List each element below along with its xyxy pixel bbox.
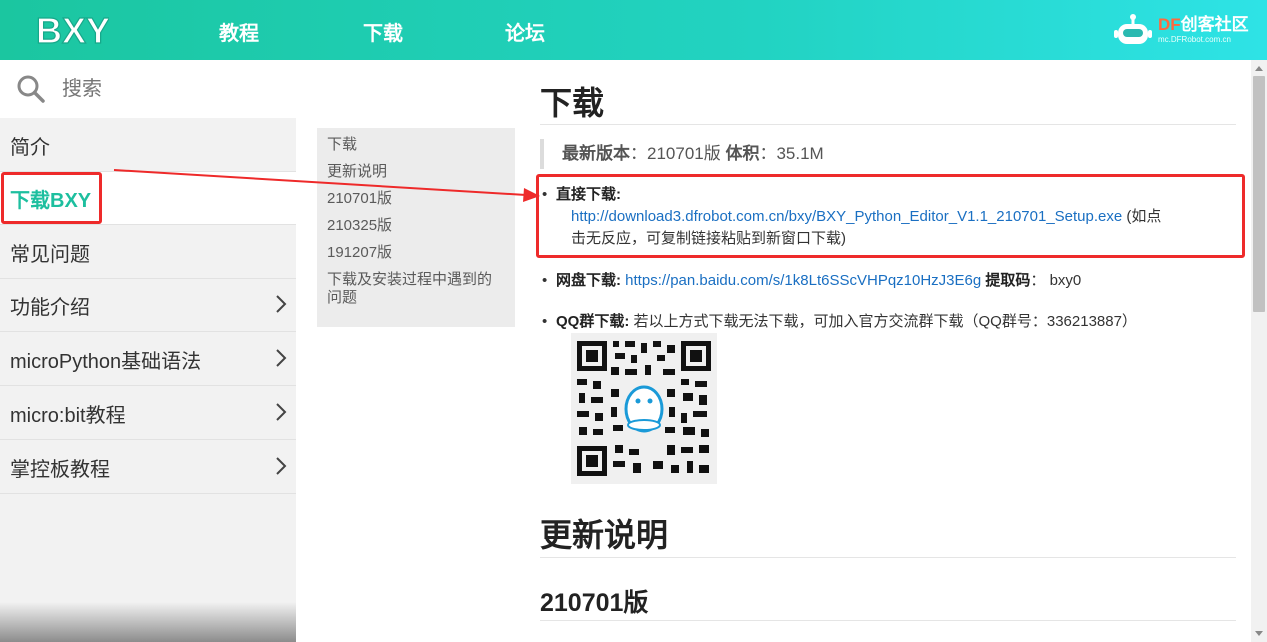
qq-penguin-icon (624, 385, 664, 433)
qq-group-text: 若以上方式下载无法下载，可加入官方交流群下载（QQ群号：336213887） (633, 313, 1137, 330)
size-label: 体积 (725, 144, 760, 163)
sidebar-item-label: 常见问题 (10, 243, 90, 266)
sidebar-item-microbit[interactable]: micro:bit教程 (0, 387, 296, 440)
brand-df: DF (1158, 15, 1181, 34)
search-icon[interactable] (16, 74, 46, 104)
size-value: 35.1M (776, 144, 824, 163)
sidebar-item-label: micro:bit教程 (10, 404, 126, 427)
sidebar-item-handpy[interactable]: 掌控板教程 (0, 441, 296, 494)
scroll-up-arrow-icon[interactable] (1255, 66, 1263, 71)
chevron-right-icon (276, 349, 287, 367)
direct-download-note-1: (如点 (1122, 208, 1162, 225)
toc-item-updates[interactable]: 更新说明 (327, 163, 505, 181)
chevron-right-icon (276, 403, 287, 421)
sidebar-shade (0, 602, 296, 642)
table-of-contents: 下载 更新说明 210701版 210325版 191207版 下载及安装过程中… (317, 128, 515, 327)
toc-item-210701[interactable]: 210701版 (327, 190, 505, 208)
page-scrollbar[interactable] (1251, 60, 1267, 642)
version-info: 最新版本：210701版 体积：35.1M (540, 139, 824, 169)
extract-code-label: 提取码 (985, 272, 1031, 289)
toc-item-install-issues[interactable]: 下载及安装过程中遇到的问题 (327, 271, 505, 307)
sidebar-item-label: microPython基础语法 (10, 350, 202, 373)
dfrobot-brand-logo[interactable]: DF创客社区 mc.DFRobot.com.cn (1114, 8, 1249, 52)
top-nav-bar: BXY 教程 下载 论坛 DF创客社区 mc.DFRobot.com.cn (0, 0, 1267, 60)
section-heading-updates: 更新说明 (540, 517, 669, 553)
scroll-down-arrow-icon[interactable] (1255, 631, 1263, 636)
nav-link-forum[interactable]: 论坛 (505, 17, 545, 46)
chevron-right-icon (276, 457, 287, 475)
sidebar-item-faq[interactable]: 常见问题 (0, 226, 296, 279)
toc-item-210325[interactable]: 210325版 (327, 217, 505, 235)
scrollbar-thumb[interactable] (1253, 76, 1265, 312)
bxy-logo[interactable]: BXY (34, 10, 109, 50)
robot-icon (1114, 14, 1152, 44)
section-divider (540, 557, 1236, 558)
section-heading-210701: 210701版 (540, 589, 649, 617)
nav-link-tutorial[interactable]: 教程 (219, 17, 259, 46)
netdisk-label: 网盘下载: (556, 272, 621, 289)
direct-download-note-2: 击无反应，可复制链接粘贴到新窗口下载) (571, 230, 846, 247)
sidebar-item-label: 下载BXY (10, 189, 92, 212)
nav-link-download[interactable]: 下载 (363, 17, 403, 46)
sidebar-item-label: 掌控板教程 (10, 458, 110, 481)
direct-download-item: 直接下载: http://download3.dfrobot.com.cn/bx… (542, 184, 1236, 250)
qq-group-label: QQ群下载: (556, 313, 630, 330)
title-divider (540, 124, 1236, 125)
sidebar-item-micropython[interactable]: microPython基础语法 (0, 333, 296, 386)
netdisk-download-item: 网盘下载: https://pan.baidu.com/s/1k8Lt6SScV… (542, 270, 1082, 292)
direct-download-label: 直接下载: (556, 186, 621, 203)
extract-code-value: bxy0 (1049, 272, 1082, 289)
toc-item-download[interactable]: 下载 (327, 136, 505, 154)
logo-text: BXY (36, 10, 109, 50)
page-title: 下载 (540, 85, 605, 121)
sidebar-item-label: 简介 (10, 136, 50, 159)
chevron-right-icon (276, 295, 287, 313)
sidebar-item-download-bxy[interactable]: 下载BXY (0, 172, 296, 225)
sidebar: 简介 下载BXY 常见问题 功能介绍 microPython基础语法 micro… (0, 60, 296, 642)
sidebar-item-intro[interactable]: 简介 (0, 119, 296, 172)
version-label: 最新版本 (562, 144, 630, 163)
brand-url: mc.DFRobot.com.cn (1158, 35, 1231, 44)
sidebar-item-features[interactable]: 功能介绍 (0, 279, 296, 332)
toc-item-191207[interactable]: 191207版 (327, 244, 505, 262)
direct-download-link[interactable]: http://download3.dfrobot.com.cn/bxy/BXY_… (571, 208, 1122, 225)
version-value: 210701版 (647, 144, 721, 163)
qq-group-item: QQ群下载: 若以上方式下载无法下载，可加入官方交流群下载（QQ群号：33621… (542, 311, 1137, 333)
brand-name: 创客社区 (1180, 15, 1249, 34)
sidebar-item-label: 功能介绍 (10, 296, 90, 319)
search-bar (0, 60, 296, 118)
search-input[interactable] (60, 76, 264, 102)
qq-qr-code-image (571, 333, 717, 484)
netdisk-link[interactable]: https://pan.baidu.com/s/1k8Lt6SScVHPqz10… (625, 272, 981, 289)
section-divider (540, 620, 1236, 621)
